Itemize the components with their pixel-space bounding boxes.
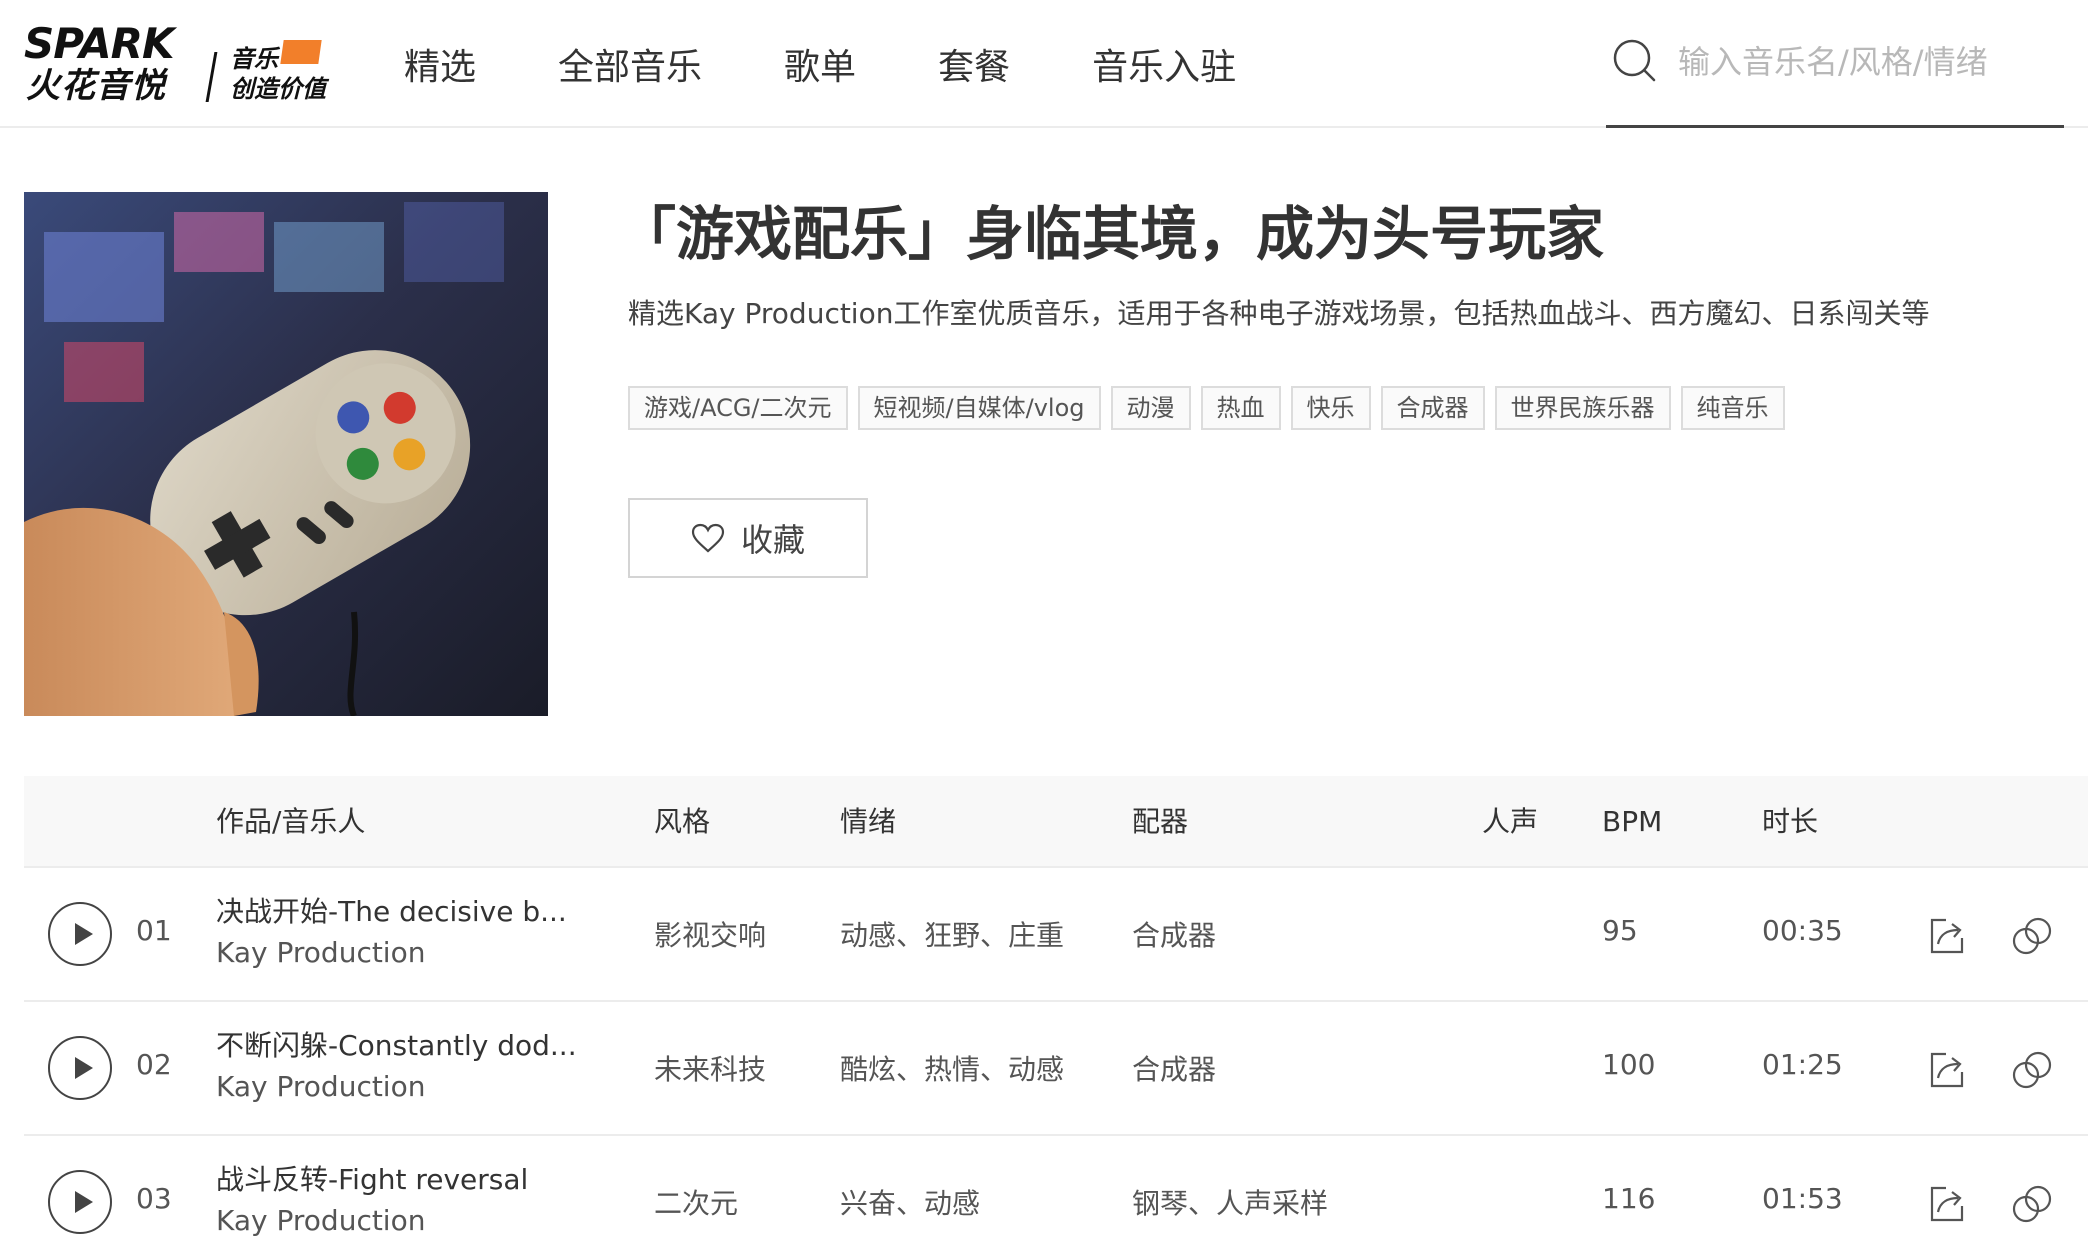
- track-title[interactable]: 战斗反转-Fight reversal: [216, 1160, 586, 1200]
- header-duration: 时长: [1762, 805, 1819, 838]
- track-table: 作品/音乐人 风格 情绪 配器 人声 BPM 时长 01 决战开始-The de…: [24, 776, 2088, 1258]
- spark-logo[interactable]: SPARK 火花音悦 音乐 创造价值: [24, 19, 354, 107]
- search-icon[interactable]: [1612, 38, 1658, 84]
- track-mood: 动感、狂野、庄重: [840, 919, 1065, 952]
- track-work: 不断闪躲-Constantly dod... Kay Production: [216, 1026, 586, 1108]
- tag-chip[interactable]: 世界民族乐器: [1494, 386, 1671, 430]
- tag-chip[interactable]: 热血: [1200, 386, 1281, 430]
- playlist-cover-image: [24, 192, 548, 716]
- logo-slogan-line2: 创造价值: [230, 75, 326, 103]
- header-mood: 情绪: [840, 805, 897, 838]
- nav-item-all-music[interactable]: 全部音乐: [558, 38, 702, 90]
- track-style: 二次元: [654, 1187, 739, 1220]
- track-bpm: 95: [1602, 914, 1638, 947]
- game-controller-photo: [24, 192, 548, 716]
- search-input[interactable]: [1678, 40, 2048, 84]
- tag-chip[interactable]: 短视频/自媒体/vlog: [857, 386, 1101, 430]
- top-header: SPARK 火花音悦 音乐 创造价值 精选 全部音乐 歌单 套餐 音乐入驻: [0, 0, 2088, 128]
- track-bpm: 116: [1602, 1182, 1656, 1215]
- track-artist[interactable]: Kay Production: [216, 1066, 586, 1108]
- track-duration: 00:35: [1762, 914, 1843, 947]
- play-icon[interactable]: [48, 902, 112, 966]
- playlist-tags: 游戏/ACG/二次元 短视频/自媒体/vlog 动漫 热血 快乐 合成器 世界民…: [628, 386, 2028, 430]
- logo-spark-text: SPARK: [24, 19, 175, 68]
- track-bpm: 100: [1602, 1048, 1656, 1081]
- link-icon[interactable]: [2010, 1182, 2054, 1226]
- track-work: 决战开始-The decisive b... Kay Production: [216, 892, 586, 974]
- main-nav: 精选 全部音乐 歌单 套餐 音乐入驻: [404, 0, 1318, 128]
- playlist-title: 「游戏配乐」身临其境，成为头号玩家: [618, 200, 1605, 268]
- tag-chip[interactable]: 合成器: [1380, 386, 1485, 430]
- header-bpm: BPM: [1602, 805, 1663, 838]
- table-header: 作品/音乐人 风格 情绪 配器 人声 BPM 时长: [24, 776, 2088, 868]
- track-mood: 酷炫、热情、动感: [840, 1053, 1065, 1086]
- nav-item-featured[interactable]: 精选: [404, 38, 476, 90]
- tag-chip[interactable]: 动漫: [1110, 386, 1191, 430]
- track-number: 01: [136, 914, 172, 947]
- track-duration: 01:25: [1762, 1048, 1843, 1081]
- share-icon[interactable]: [1924, 914, 1968, 958]
- logo-divider: [205, 52, 218, 102]
- table-row[interactable]: 01 决战开始-The decisive b... Kay Production…: [24, 868, 2088, 1002]
- nav-item-packages[interactable]: 套餐: [938, 38, 1010, 90]
- logo-slogan: 音乐 创造价值: [230, 44, 326, 104]
- search-box: [1606, 28, 2064, 128]
- nav-item-join[interactable]: 音乐入驻: [1092, 38, 1236, 90]
- table-row[interactable]: 02 不断闪躲-Constantly dod... Kay Production…: [24, 1002, 2088, 1136]
- heart-icon: [691, 523, 725, 553]
- play-icon[interactable]: [48, 1036, 112, 1100]
- track-work: 战斗反转-Fight reversal Kay Production: [216, 1160, 586, 1242]
- track-title[interactable]: 不断闪躲-Constantly dod...: [216, 1026, 586, 1066]
- header-style: 风格: [654, 805, 711, 838]
- link-icon[interactable]: [2010, 1048, 2054, 1092]
- track-artist[interactable]: Kay Production: [216, 932, 586, 974]
- header-work: 作品/音乐人: [216, 805, 366, 838]
- tag-chip[interactable]: 快乐: [1290, 386, 1371, 430]
- track-instrument: 钢琴、人声采样: [1132, 1187, 1329, 1220]
- playlist-info: 「游戏配乐」身临其境，成为头号玩家 精选Kay Production工作室优质音…: [618, 192, 2028, 578]
- logo-brand-cn: 火花音悦: [26, 66, 166, 106]
- playlist-description: 精选Kay Production工作室优质音乐，适用于各种电子游戏场景，包括热血…: [628, 297, 1930, 330]
- track-style: 未来科技: [654, 1053, 767, 1086]
- track-mood: 兴奋、动感: [840, 1187, 981, 1220]
- track-number: 02: [136, 1048, 172, 1081]
- track-duration: 01:53: [1762, 1182, 1843, 1215]
- track-instrument: 合成器: [1132, 1053, 1217, 1086]
- favorite-button[interactable]: 收藏: [628, 498, 868, 578]
- track-artist[interactable]: Kay Production: [216, 1200, 586, 1242]
- tag-chip[interactable]: 纯音乐: [1680, 386, 1785, 430]
- link-icon[interactable]: [2010, 914, 2054, 958]
- track-number: 03: [136, 1182, 172, 1215]
- header-vocal: 人声: [1482, 805, 1539, 838]
- favorite-label: 收藏: [740, 521, 805, 559]
- nav-item-playlists[interactable]: 歌单: [784, 38, 856, 90]
- track-style: 影视交响: [654, 919, 767, 952]
- play-icon[interactable]: [48, 1170, 112, 1234]
- logo-slogan-line1: 音乐: [230, 45, 278, 73]
- tag-chip[interactable]: 游戏/ACG/二次元: [628, 386, 848, 430]
- track-title[interactable]: 决战开始-The decisive b...: [216, 892, 586, 932]
- track-instrument: 合成器: [1132, 919, 1217, 952]
- share-icon[interactable]: [1924, 1182, 1968, 1226]
- share-icon[interactable]: [1924, 1048, 1968, 1092]
- header-instrument: 配器: [1132, 805, 1189, 838]
- table-row[interactable]: 03 战斗反转-Fight reversal Kay Production 二次…: [24, 1136, 2088, 1258]
